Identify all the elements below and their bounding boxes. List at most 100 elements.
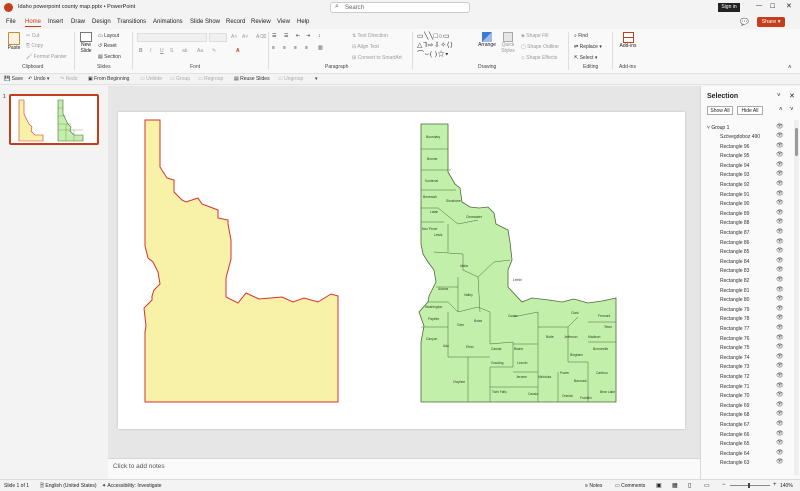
change-case-button[interactable]: Aa — [197, 48, 203, 54]
eye-icon[interactable]: 👁 — [776, 190, 784, 197]
eye-icon[interactable]: 👁 — [776, 123, 784, 130]
format-painter-button[interactable]: 🖌 Format Painter — [26, 54, 67, 60]
decrease-indent-icon[interactable]: ⇤ — [296, 33, 300, 39]
quick-styles-button[interactable]: Quick Styles — [498, 32, 518, 62]
selection-item[interactable]: Rectangle 69 — [720, 403, 749, 409]
align-left-icon[interactable]: ≡ — [272, 45, 275, 51]
sign-in-button[interactable]: Sign in — [718, 3, 740, 12]
selection-item[interactable]: Rectangle 95 — [720, 153, 749, 159]
slideshow-view-icon[interactable]: ▭ — [704, 482, 710, 489]
increase-indent-icon[interactable]: ⇥ — [306, 33, 310, 39]
tab-record[interactable]: Record — [226, 19, 245, 25]
selection-item[interactable]: Szövegdoboz 490 — [720, 134, 760, 140]
tab-view[interactable]: View — [277, 19, 290, 25]
idaho-state-outline[interactable] — [143, 119, 339, 403]
decrease-font-icon[interactable]: A˅ — [242, 34, 248, 40]
eye-icon[interactable]: 👁 — [776, 170, 784, 177]
comments-icon[interactable]: 💬 — [740, 18, 749, 26]
eye-icon[interactable]: 👁 — [776, 218, 784, 225]
tab-insert[interactable]: Insert — [48, 19, 63, 25]
selection-item[interactable]: Rectangle 77 — [720, 326, 749, 332]
accessibility-status[interactable]: ✦ Accessibility: Investigate — [102, 483, 162, 489]
paste-button[interactable]: Paste — [6, 32, 22, 60]
selection-item[interactable]: Rectangle 68 — [720, 412, 749, 418]
selection-item[interactable]: Rectangle 84 — [720, 259, 749, 265]
underline-button[interactable]: U — [160, 48, 164, 54]
eye-icon[interactable]: 👁 — [776, 410, 784, 417]
eye-icon[interactable]: 👁 — [776, 238, 784, 245]
selection-item[interactable]: Rectangle 65 — [720, 441, 749, 447]
selection-item[interactable]: Rectangle 78 — [720, 316, 749, 322]
tab-help[interactable]: Help — [297, 19, 309, 25]
selection-item[interactable]: Rectangle 75 — [720, 345, 749, 351]
eye-icon[interactable]: 👁 — [776, 382, 784, 389]
selection-item[interactable]: Rectangle 83 — [720, 268, 749, 274]
strikethrough-button[interactable]: S — [170, 48, 173, 54]
eye-icon[interactable]: 👁 — [776, 286, 784, 293]
selection-item[interactable]: Rectangle 63 — [720, 460, 749, 466]
eye-icon[interactable]: 👁 — [776, 151, 784, 158]
normal-view-icon[interactable]: ▣ — [656, 482, 662, 489]
selection-item[interactable]: Rectangle 66 — [720, 432, 749, 438]
eye-icon[interactable]: 👁 — [776, 209, 784, 216]
bring-forward-icon[interactable]: ˄ — [779, 107, 783, 113]
addins-button[interactable]: Add-ins — [618, 32, 638, 62]
find-button[interactable]: ⌕ Find — [574, 33, 588, 39]
slide[interactable]: Boundary Bonner Kootenai Benewah Shoshon… — [118, 112, 685, 429]
selection-item[interactable]: Rectangle 96 — [720, 144, 749, 150]
selection-item[interactable]: Rectangle 73 — [720, 364, 749, 370]
save-button[interactable]: 💾 Save — [4, 76, 23, 82]
selection-item[interactable]: Rectangle 71 — [720, 384, 749, 390]
increase-font-icon[interactable]: A˄ — [231, 34, 237, 40]
selection-item[interactable]: Rectangle 89 — [720, 211, 749, 217]
layout-button[interactable]: ▭ Layout — [98, 33, 119, 39]
eye-icon[interactable]: 👁 — [776, 449, 784, 456]
cut-button[interactable]: ✂ Cut — [26, 33, 39, 39]
share-button[interactable]: Share ▾ — [757, 17, 785, 27]
customize-qat-icon[interactable]: ▾ — [315, 76, 318, 82]
select-button[interactable]: ⇱ Select ▾ — [574, 55, 597, 61]
numbering-icon[interactable]: ☰ — [284, 33, 288, 39]
zoom-in-icon[interactable]: + — [773, 482, 777, 488]
search-input[interactable]: ⌕ Search — [330, 2, 470, 13]
scrollbar-thumb[interactable] — [795, 128, 798, 156]
unhide-button[interactable]: ▭ Unhide — [140, 76, 162, 82]
font-size-select[interactable] — [209, 33, 227, 42]
eye-icon[interactable]: 👁 — [776, 257, 784, 264]
selection-item[interactable]: Rectangle 80 — [720, 297, 749, 303]
align-text-button[interactable]: ⊟ Align Text — [352, 44, 379, 50]
shape-outline-button[interactable]: ▢ Shape Outline — [521, 44, 559, 50]
font-color-button[interactable]: A — [236, 48, 240, 54]
show-all-button[interactable]: Show All — [707, 106, 733, 115]
undo-button[interactable]: ↶ Undo ▾ — [28, 76, 49, 82]
notes-pane[interactable]: Click to add notes — [108, 458, 700, 479]
slide-sorter-icon[interactable]: ▦ — [672, 482, 678, 489]
font-name-select[interactable] — [137, 33, 207, 42]
reuse-slides-button[interactable]: ▤ Reuse Slides — [234, 76, 270, 82]
justify-icon[interactable]: ≡ — [305, 45, 308, 51]
columns-icon[interactable]: ▥ — [318, 45, 323, 51]
arrange-button[interactable]: Arrange — [478, 32, 496, 62]
zoom-level[interactable]: 140% — [780, 483, 793, 489]
tab-design[interactable]: Design — [92, 19, 111, 25]
tab-review[interactable]: Review — [251, 19, 271, 25]
eye-icon[interactable]: 👁 — [776, 458, 784, 465]
group-toggle[interactable]: ˅ Group 1 — [707, 125, 729, 131]
tab-slide-show[interactable]: Slide Show — [190, 19, 220, 25]
slide-thumbnail[interactable] — [9, 94, 99, 145]
eye-icon[interactable]: 👁 — [776, 305, 784, 312]
reading-view-icon[interactable]: ▯ — [688, 482, 691, 489]
italic-button[interactable]: I — [150, 48, 151, 54]
send-backward-icon[interactable]: ˅ — [790, 107, 794, 113]
eye-icon[interactable]: 👁 — [776, 199, 784, 206]
redo-button[interactable]: ↷ Redo — [60, 76, 78, 82]
line-spacing-icon[interactable]: ↕ — [318, 33, 321, 39]
eye-icon[interactable]: 👁 — [776, 276, 784, 283]
section-button[interactable]: ▤ Section — [98, 54, 121, 60]
eye-icon[interactable]: 👁 — [776, 295, 784, 302]
regroup-button[interactable]: ▭ Regroup — [198, 76, 223, 82]
ungroup-button[interactable]: ▭ Ungroup — [278, 76, 303, 82]
eye-icon[interactable]: 👁 — [776, 314, 784, 321]
eye-icon[interactable]: 👁 — [776, 266, 784, 273]
zoom-slider[interactable] — [730, 485, 770, 486]
